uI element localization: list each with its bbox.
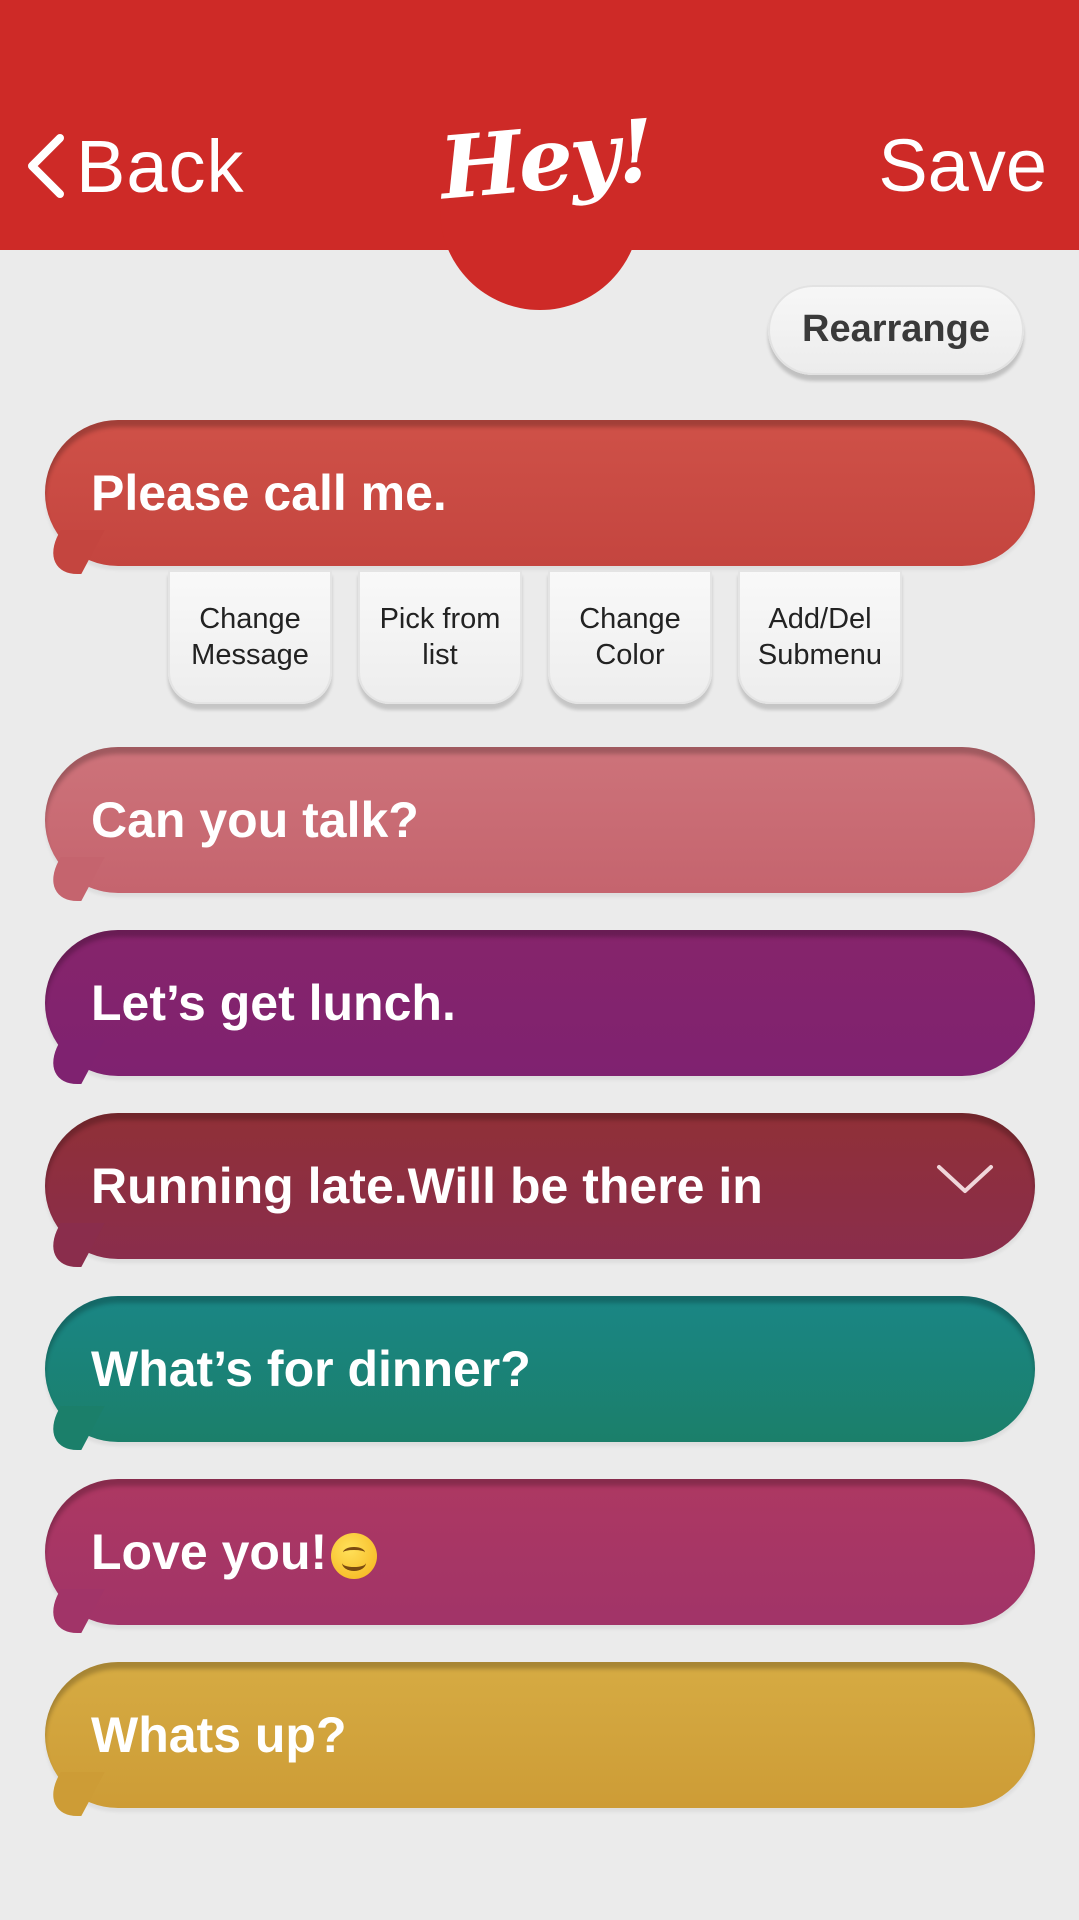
message-text: What’s for dinner? (91, 1341, 531, 1397)
message-text-wrap: Love you! (91, 1479, 378, 1625)
back-label: Back (76, 124, 245, 208)
message-bubble-love-you[interactable]: Love you! (37, 1479, 1035, 1633)
message-text: Whats up? (91, 1707, 347, 1763)
message-bubble-running-late[interactable]: Running late.Will be there in (37, 1113, 1035, 1267)
message-bubble-whats-up[interactable]: Whats up? (37, 1662, 1035, 1816)
rearrange-button[interactable]: Rearrange (768, 285, 1024, 375)
chevron-left-icon (28, 134, 64, 198)
pick-from-list-button[interactable]: Pick from list (358, 570, 522, 704)
message-bubble-whats-for-dinner[interactable]: What’s for dinner? (37, 1296, 1035, 1450)
back-button[interactable]: Back (26, 124, 245, 208)
message-bubble-can-you-talk[interactable]: Can you talk? (37, 747, 1035, 901)
message-text: Can you talk? (91, 792, 419, 848)
smiling-face-emoji-icon (331, 1533, 378, 1579)
message-text: Let’s get lunch. (91, 975, 456, 1031)
message-text: Please call me. (91, 465, 447, 521)
save-button[interactable]: Save (878, 126, 1047, 206)
change-color-button[interactable]: Change Color (548, 570, 712, 704)
message-submenu: Change Message Pick from list Change Col… (168, 570, 902, 704)
message-bubble-lets-get-lunch[interactable]: Let’s get lunch. (37, 930, 1035, 1084)
message-text: Love you! (91, 1524, 328, 1580)
add-del-submenu-button[interactable]: Add/Del Submenu (738, 570, 902, 704)
chevron-down-icon[interactable] (935, 1159, 995, 1199)
change-message-button[interactable]: Change Message (168, 570, 332, 704)
message-bubble-please-call-me[interactable]: Please call me. (37, 420, 1035, 574)
app-logo: Hey! (435, 100, 656, 220)
message-text: Running late.Will be there in (91, 1158, 763, 1214)
